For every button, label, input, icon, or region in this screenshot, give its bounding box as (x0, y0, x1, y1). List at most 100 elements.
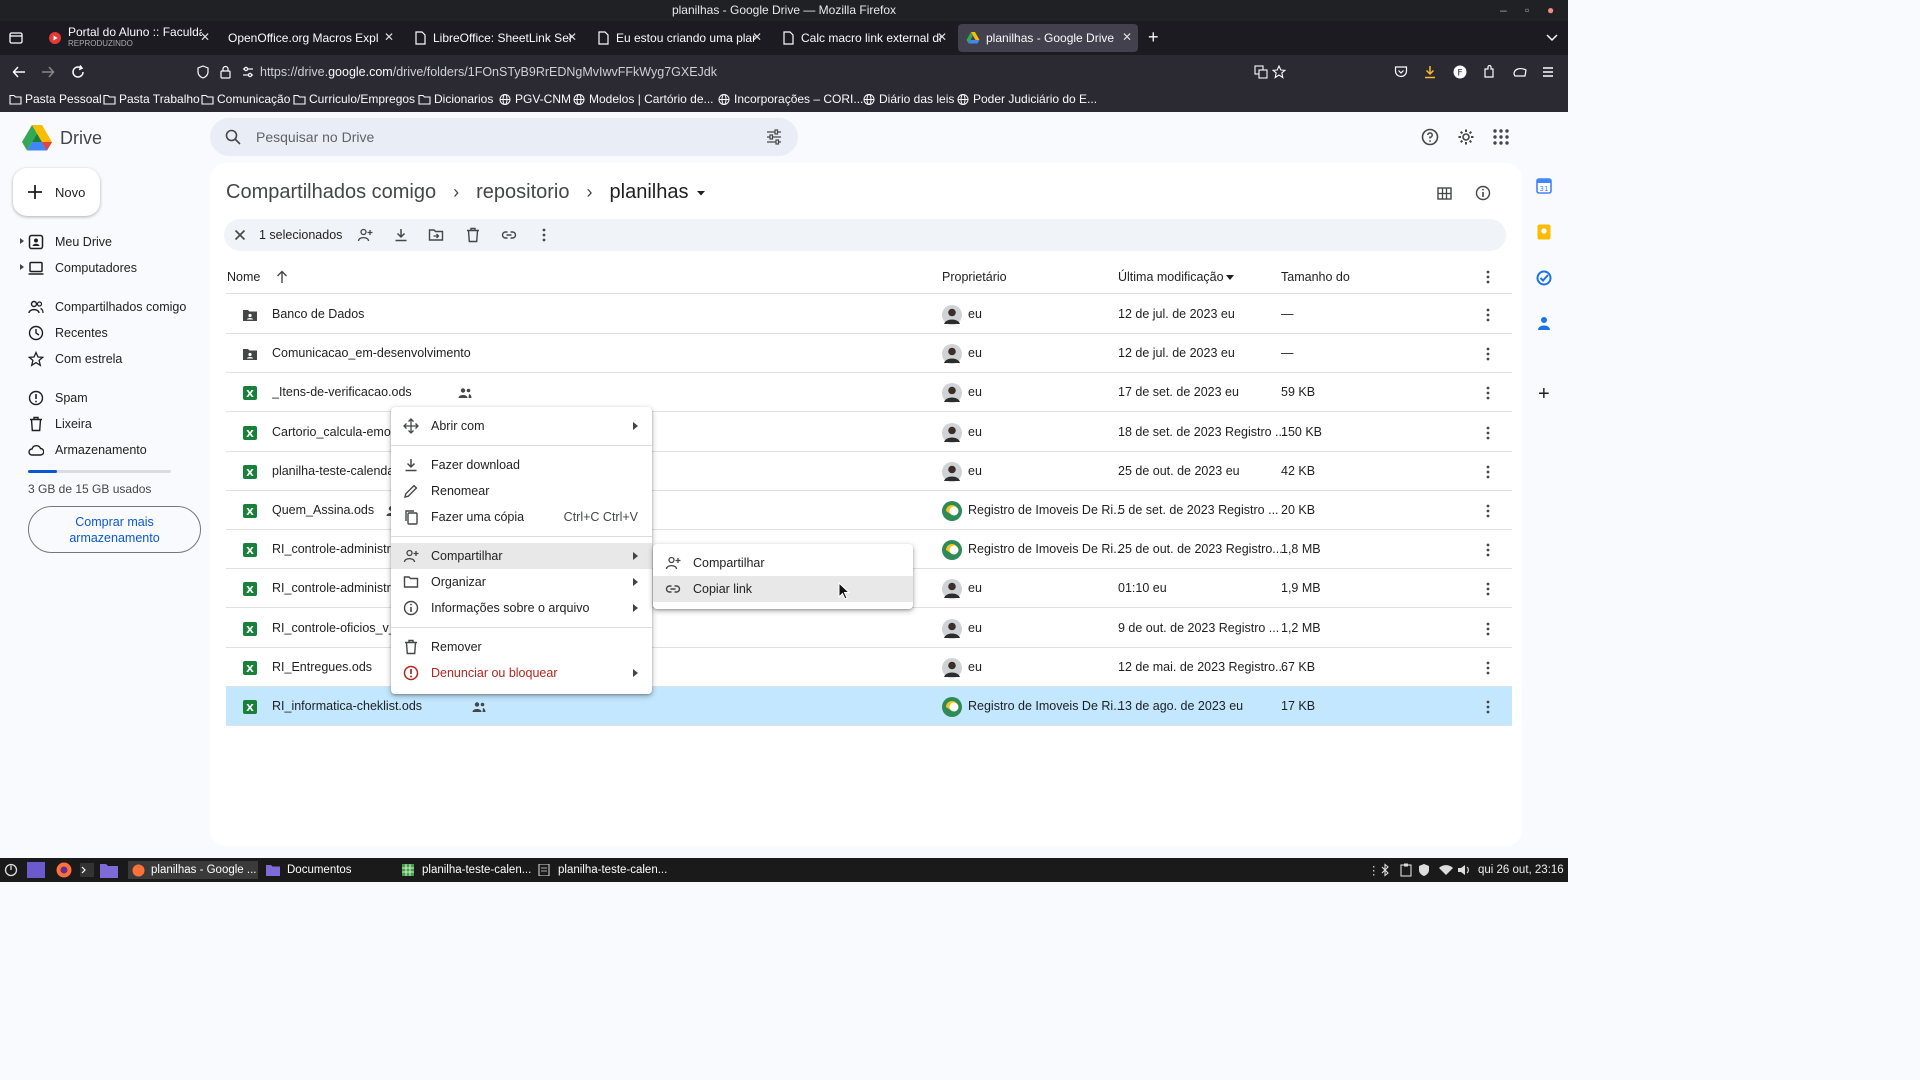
browser-tab[interactable]: Eu estou criando uma planilha ✕ (588, 24, 768, 52)
keep-icon[interactable] (1536, 224, 1552, 240)
help-icon[interactable] (1421, 128, 1439, 146)
more-vert-icon[interactable] (1480, 503, 1496, 519)
browser-tab[interactable]: Portal do Aluno :: Faculdade REPRODUZIND… (40, 24, 216, 52)
taskbar-item-calc[interactable]: planilha-teste-calen... (402, 861, 531, 879)
search-input[interactable]: Pesquisar no Drive (210, 118, 798, 156)
tab-close-icon[interactable]: ✕ (567, 30, 577, 44)
more-vert-icon[interactable] (1480, 269, 1496, 285)
taskbar-item-firefox[interactable]: planilhas - Google ... (128, 861, 258, 879)
browser-tab[interactable]: OpenOffice.org Macros Explained ✕ (220, 24, 400, 52)
context-menu-item[interactable]: Renomear (391, 478, 652, 504)
new-tab-button[interactable]: + (1148, 27, 1159, 48)
tab-close-icon[interactable]: ✕ (937, 30, 947, 44)
bookmark-folder[interactable]: Comunicação (201, 92, 290, 106)
more-vert-icon[interactable] (1480, 307, 1496, 323)
clipboard-icon[interactable] (1400, 861, 1412, 879)
table-row[interactable]: Banco de Dados eu 12 de jul. de 2023 eu — (226, 295, 1512, 334)
taskbar-item-calc[interactable]: planilha-teste-calen... (538, 861, 667, 879)
sidebar-item-compartilhados[interactable]: Compartilhados comigo (28, 299, 186, 315)
sort-arrow-up-icon[interactable] (276, 270, 288, 284)
more-vert-icon[interactable] (1480, 464, 1496, 480)
context-menu-item[interactable]: Organizar (391, 569, 652, 595)
bookmark-folder[interactable]: Pasta Trabalho (103, 92, 200, 106)
container-icon[interactable] (1512, 65, 1528, 79)
sidebar-item-recentes[interactable]: Recentes (28, 325, 108, 341)
account-icon[interactable]: F (1453, 65, 1467, 79)
browser-tab[interactable]: Calc macro link external data ✕ (773, 24, 953, 52)
clear-selection-icon[interactable] (232, 227, 248, 243)
shield-icon[interactable] (196, 65, 210, 79)
more-vert-icon[interactable] (1480, 542, 1496, 558)
bluetooth-icon[interactable] (1380, 861, 1390, 879)
link-icon[interactable] (501, 227, 517, 243)
more-vert-icon[interactable] (1480, 660, 1496, 676)
tasks-icon[interactable] (1536, 270, 1552, 286)
context-menu-item[interactable]: Denunciar ou bloquear (391, 660, 652, 686)
browser-tab-active[interactable]: planilhas - Google Drive ✕ (958, 24, 1138, 52)
bookmark-link[interactable]: PGV-CNM (499, 92, 571, 106)
breadcrumb-item[interactable]: repositorio (476, 181, 569, 204)
pocket-icon[interactable] (1394, 65, 1408, 79)
column-header-owner[interactable]: Proprietário (942, 260, 1007, 294)
clock[interactable]: qui 26 out, 23:16 (1478, 861, 1564, 879)
tab-close-icon[interactable]: ✕ (752, 30, 762, 44)
tray-more-icon[interactable]: ⋮ (1368, 861, 1380, 879)
breadcrumb-item[interactable]: Compartilhados comigo (226, 181, 436, 204)
submenu-item[interactable]: Copiar link (653, 576, 913, 602)
power-icon[interactable] (4, 861, 18, 879)
sidebar-item-com-estrela[interactable]: Com estrela (28, 351, 122, 367)
contacts-icon[interactable] (1536, 315, 1552, 331)
maximize-button[interactable]: ▫ (1525, 0, 1529, 21)
terminal-launcher-icon[interactable] (80, 861, 94, 879)
column-header-modified[interactable]: Última modificação (1118, 260, 1224, 294)
expand-arrow-icon[interactable] (20, 238, 24, 244)
context-menu-item[interactable]: Fazer download (391, 452, 652, 478)
downloads-icon[interactable] (1423, 65, 1437, 79)
sidebar-item-computadores[interactable]: Computadores (20, 260, 137, 276)
back-icon[interactable] (12, 65, 26, 79)
more-vert-icon[interactable] (1480, 346, 1496, 362)
forward-icon[interactable] (41, 65, 55, 79)
context-menu-item[interactable]: Informações sobre o arquivo (391, 595, 652, 621)
menu-icon[interactable] (1541, 65, 1555, 79)
bookmark-star-icon[interactable] (1272, 65, 1286, 79)
permissions-icon[interactable] (241, 65, 255, 79)
buy-storage-button[interactable]: Comprar mais armazenamento (28, 506, 201, 553)
bookmark-link[interactable]: Poder Judiciário do E... (957, 92, 1097, 106)
column-header-size[interactable]: Tamanho do (1281, 260, 1350, 294)
more-vert-icon[interactable] (1480, 621, 1496, 637)
bookmark-link[interactable]: Diário das leis (863, 92, 954, 106)
new-button[interactable]: Novo (13, 168, 100, 216)
extensions-icon[interactable] (1482, 65, 1496, 79)
browser-tab[interactable]: LibreOffice: SheetLink Service ✕ (405, 24, 583, 52)
app-launcher-icon[interactable] (27, 861, 45, 879)
trash-icon[interactable] (465, 227, 481, 243)
url-bar[interactable]: https://drive.google.com/drive/folders/1… (188, 59, 1380, 85)
column-header-name[interactable]: Nome (227, 260, 260, 294)
sidebar-item-meu-drive[interactable]: Meu Drive (20, 234, 112, 250)
sidebar-item-lixeira[interactable]: Lixeira (28, 416, 92, 432)
caret-down-icon[interactable] (1226, 275, 1234, 280)
drive-logo[interactable]: Drive (21, 124, 102, 152)
more-vert-icon[interactable] (536, 227, 552, 243)
taskbar-item-documentos[interactable]: Documentos (266, 861, 352, 879)
search-filters-icon[interactable] (766, 129, 782, 145)
breadcrumb-current[interactable]: planilhas (610, 181, 689, 204)
tab-close-icon[interactable]: ✕ (384, 30, 394, 44)
volume-icon[interactable] (1457, 861, 1471, 879)
minimize-button[interactable]: – (1500, 0, 1507, 21)
more-vert-icon[interactable] (1480, 425, 1496, 441)
bookmark-link[interactable]: Incorporações – CORI... (718, 92, 863, 106)
context-menu-item[interactable]: Remover (391, 634, 652, 660)
bookmark-folder[interactable]: Curriculo/Empregos (293, 92, 415, 106)
gear-icon[interactable] (1457, 128, 1475, 146)
tab-close-icon[interactable]: ✕ (1122, 30, 1132, 44)
sidebar-item-spam[interactable]: Spam (28, 390, 88, 406)
bookmark-folder[interactable]: Dicionarios (418, 92, 493, 106)
wifi-icon[interactable] (1438, 861, 1454, 879)
share-person-add-icon[interactable] (357, 227, 373, 243)
expand-arrow-icon[interactable] (20, 264, 24, 270)
more-vert-icon[interactable] (1480, 699, 1496, 715)
more-vert-icon[interactable] (1480, 385, 1496, 401)
info-icon[interactable] (1475, 185, 1491, 201)
